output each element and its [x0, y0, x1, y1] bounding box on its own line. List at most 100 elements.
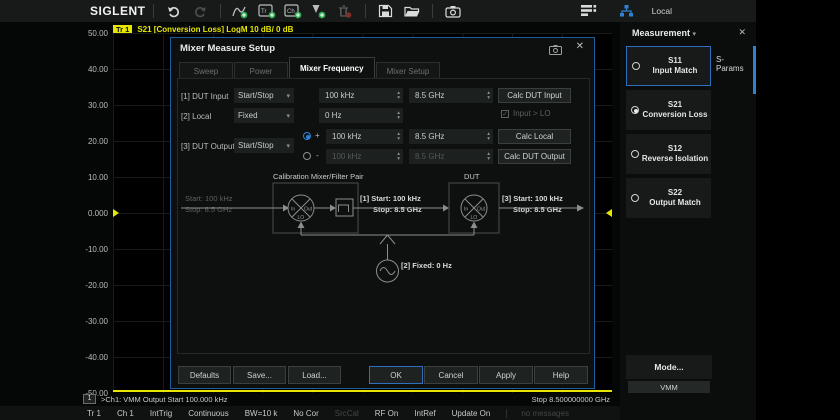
- s11-radio[interactable]: [632, 62, 640, 70]
- dut-output-label: [3] DUT Output: [181, 142, 235, 151]
- status-message: no messages: [521, 409, 569, 418]
- status-update[interactable]: Update On: [452, 409, 491, 418]
- channel-badge[interactable]: 1: [83, 394, 96, 404]
- measurement-item-s12[interactable]: S12Reverse Isolation: [626, 134, 711, 174]
- status-rf[interactable]: RF On: [375, 409, 399, 418]
- cancel-button[interactable]: Cancel: [424, 366, 478, 384]
- mode-button[interactable]: Mode...: [626, 355, 712, 379]
- status-trigger[interactable]: IntTrig: [150, 409, 172, 418]
- mixer-out-label: Out: [477, 207, 486, 213]
- input-gt-lo-checkbox[interactable]: ✓ Input > LO: [501, 109, 551, 118]
- diagram-stage1-stop: Stop: 8.5 GHz: [373, 205, 422, 214]
- dut-input-mode-value: Start/Stop: [238, 91, 274, 100]
- status-channel[interactable]: Ch 1: [117, 409, 134, 418]
- spinner-icon[interactable]: ▴▾: [487, 91, 490, 100]
- delete-icon[interactable]: [335, 2, 355, 20]
- s22-radio[interactable]: [631, 194, 639, 202]
- status-sweep-mode[interactable]: Continuous: [188, 409, 228, 418]
- app-window: SIGLENT Tr Ch: [0, 0, 756, 420]
- network-lan-icon[interactable]: [617, 2, 637, 20]
- spinner-icon[interactable]: ▴▾: [487, 132, 490, 141]
- tab-mixer-frequency[interactable]: Mixer Frequency: [289, 57, 375, 79]
- add-marker-icon[interactable]: [309, 2, 329, 20]
- y-axis-label: 40.00: [62, 65, 108, 74]
- panel-close-icon[interactable]: ✕: [738, 27, 746, 38]
- screenshot-camera-icon[interactable]: [443, 2, 463, 20]
- dut-output-plus-stop-field[interactable]: 8.5 GHz ▴▾: [409, 129, 493, 144]
- diagram-stage3-stop: Stop: 8.5 GHz: [513, 205, 562, 214]
- tab-power[interactable]: Power: [234, 62, 288, 79]
- connection-status-label: Local: [652, 6, 672, 16]
- dialog-screenshot-icon[interactable]: [549, 42, 562, 60]
- calc-local-button[interactable]: Calc Local: [498, 129, 571, 144]
- save-icon[interactable]: [376, 2, 396, 20]
- screen: SIGLENT Tr Ch: [0, 0, 840, 420]
- tab-mixer-setup[interactable]: Mixer Setup: [376, 62, 441, 79]
- add-trace-curve-icon[interactable]: [231, 2, 251, 20]
- dut-input-stop-field[interactable]: 8.5 GHz ▴▾: [409, 88, 493, 103]
- redo-icon[interactable]: [190, 2, 210, 20]
- y-axis-label: 50.00: [62, 29, 108, 38]
- calc-dut-input-button[interactable]: Calc DUT Input: [498, 88, 571, 103]
- add-trace-window-icon[interactable]: Tr: [257, 2, 277, 20]
- s11-label: S11Input Match: [640, 56, 710, 76]
- defaults-button[interactable]: Defaults: [178, 366, 231, 384]
- spinner-icon[interactable]: ▴▾: [397, 111, 400, 120]
- dut-output-plus-radio[interactable]: [303, 132, 311, 140]
- s22-label: S22Output Match: [639, 188, 711, 208]
- mode-value-badge: VMM: [628, 381, 710, 393]
- ok-button[interactable]: OK: [369, 366, 423, 384]
- mixer-out-label: Out: [304, 207, 313, 213]
- measurement-panel-label: Measurement: [632, 28, 690, 38]
- dut-output-minus-start-value: 100 kHz: [332, 152, 361, 161]
- status-correction[interactable]: No Cor: [293, 409, 318, 418]
- dut-output-plus-stop-value: 8.5 GHz: [415, 132, 444, 141]
- measurement-item-s21[interactable]: S21Conversion Loss: [626, 90, 711, 130]
- chevron-down-icon[interactable]: ▾: [693, 31, 697, 38]
- status-srccal[interactable]: SrcCal: [335, 409, 359, 418]
- status-trace[interactable]: Tr 1: [87, 409, 101, 418]
- measurement-item-s11[interactable]: S11Input Match: [626, 46, 711, 86]
- s21-radio[interactable]: [631, 106, 639, 114]
- dut-output-minus-stop-value: 8.5 GHz: [415, 152, 444, 161]
- spinner-icon[interactable]: ▴▾: [397, 152, 400, 161]
- dut-output-minus-stop-field[interactable]: 8.5 GHz ▴▾: [409, 149, 493, 164]
- add-channel-icon[interactable]: Ch: [283, 2, 303, 20]
- dut-output-mode-dropdown[interactable]: Start/Stop ▾: [234, 138, 294, 153]
- save-button[interactable]: Save...: [233, 366, 286, 384]
- mixer-measure-setup-dialog: Mixer Measure Setup ✕ Sweep Power Mixer …: [170, 37, 595, 389]
- status-reference[interactable]: IntRef: [414, 409, 435, 418]
- local-mode-dropdown[interactable]: Fixed ▾: [234, 108, 294, 123]
- dut-input-start-field[interactable]: 100 kHz ▴▾: [319, 88, 403, 103]
- input-gt-lo-label: Input > LO: [513, 109, 551, 118]
- tab-sweep[interactable]: Sweep: [179, 62, 233, 79]
- s12-label: S12Reverse Isolation: [639, 144, 711, 164]
- spinner-icon[interactable]: ▴▾: [487, 152, 490, 161]
- dut-output-minus-start-field[interactable]: 100 kHz ▴▾: [326, 149, 403, 164]
- mixer-lo-label: LO: [471, 215, 478, 221]
- undo-icon[interactable]: [164, 2, 184, 20]
- reference-level-marker-left: [113, 209, 119, 217]
- spinner-icon[interactable]: ▴▾: [397, 132, 400, 141]
- chevron-down-icon: ▾: [286, 92, 290, 100]
- display-layout-icon[interactable]: [579, 2, 599, 20]
- status-bandwidth[interactable]: BW=10 k: [245, 409, 278, 418]
- diagram-dut-label: DUT: [464, 172, 480, 181]
- dut-input-mode-dropdown[interactable]: Start/Stop ▾: [234, 88, 294, 103]
- local-frequency-field[interactable]: 0 Hz ▴▾: [319, 108, 403, 123]
- s12-radio[interactable]: [631, 150, 639, 158]
- measurement-item-s22[interactable]: S22Output Match: [626, 178, 711, 218]
- load-button[interactable]: Load...: [288, 366, 341, 384]
- measurement-panel: Measurement ▾ ✕ S11Input Match S21Conver…: [620, 22, 756, 420]
- top-toolbar: SIGLENT Tr Ch: [0, 0, 756, 22]
- spinner-icon[interactable]: ▴▾: [397, 91, 400, 100]
- apply-button[interactable]: Apply: [479, 366, 533, 384]
- calc-dut-output-button[interactable]: Calc DUT Output: [498, 149, 571, 164]
- open-folder-icon[interactable]: [402, 2, 422, 20]
- help-button[interactable]: Help: [534, 366, 588, 384]
- dialog-close-icon[interactable]: ✕: [576, 41, 584, 52]
- dut-output-plus-start-field[interactable]: 100 kHz ▴▾: [326, 129, 403, 144]
- dut-output-minus-radio[interactable]: [303, 152, 311, 160]
- tab-s-params[interactable]: S-Params: [716, 48, 750, 80]
- svg-text:Ch: Ch: [287, 9, 295, 15]
